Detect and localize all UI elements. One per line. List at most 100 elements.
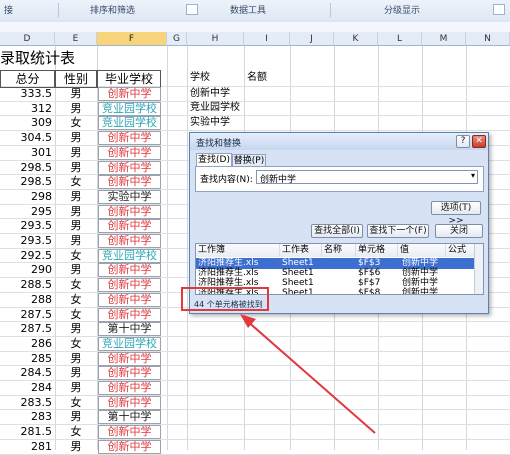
gender-cell[interactable]: 男 (55, 321, 97, 337)
gender-cell[interactable]: 女 (55, 336, 97, 352)
column-header-i[interactable]: I (244, 32, 290, 46)
column-header-e[interactable]: E (55, 32, 97, 46)
gender-cell[interactable]: 男 (55, 160, 97, 176)
school-cell[interactable]: 创新中学 (98, 263, 161, 278)
school-cell[interactable]: 创新中学 (98, 307, 161, 322)
school-cell[interactable]: 创新中学 (98, 439, 161, 454)
column-header-k[interactable]: K (334, 32, 378, 46)
side-school-3[interactable]: 实验中学 (190, 115, 230, 131)
score-cell[interactable]: 288.5 (0, 277, 53, 293)
gender-cell[interactable]: 男 (55, 262, 97, 278)
school-cell[interactable]: 创新中学 (98, 145, 161, 160)
gender-cell[interactable]: 男 (55, 233, 97, 249)
school-cell[interactable]: 创新中学 (98, 366, 161, 381)
score-cell[interactable]: 293.5 (0, 233, 53, 249)
school-cell[interactable]: 实验中学 (98, 189, 161, 204)
gender-cell[interactable]: 男 (55, 101, 97, 117)
score-cell[interactable]: 285 (0, 351, 52, 367)
school-cell[interactable]: 第十中学 (98, 410, 161, 425)
school-cell[interactable]: 创新中学 (98, 395, 161, 410)
outline-expand-icon[interactable] (493, 4, 505, 15)
ribbon-group-outline[interactable]: 分级显示 (384, 3, 420, 16)
gender-cell[interactable]: 女 (55, 174, 97, 190)
score-cell[interactable]: 292.5 (0, 248, 53, 264)
gender-cell[interactable]: 男 (55, 380, 97, 396)
school-cell[interactable]: 创新中学 (98, 204, 161, 219)
gender-cell[interactable]: 男 (55, 189, 97, 205)
school-cell[interactable]: 竞业园学校 (98, 101, 161, 116)
ribbon-group-data-tools[interactable]: 数据工具 (230, 3, 266, 16)
chevron-down-icon[interactable]: ▾ (471, 171, 475, 180)
school-cell[interactable]: 创新中学 (98, 292, 161, 307)
gender-cell[interactable]: 男 (55, 365, 97, 381)
score-cell[interactable]: 290 (0, 262, 52, 278)
gender-cell[interactable]: 男 (55, 351, 97, 367)
school-cell[interactable]: 创新中学 (98, 425, 161, 440)
column-header-g[interactable]: G (167, 32, 187, 46)
find-what-input[interactable]: 创新中学 ▾ (256, 170, 478, 185)
school-cell[interactable]: 竞业园学校 (98, 116, 161, 131)
tab-find[interactable]: 查找(D) (196, 153, 232, 166)
ribbon-group-sort-filter[interactable]: 排序和筛选 (90, 3, 135, 16)
sort-filter-expand-icon[interactable] (186, 4, 198, 15)
column-header-n[interactable]: N (466, 32, 510, 46)
school-cell[interactable]: 创新中学 (98, 175, 161, 190)
find-all-button[interactable]: 查找全部(I) (311, 224, 363, 238)
school-cell[interactable]: 竞业园学校 (98, 248, 161, 263)
options-button[interactable]: 选项(T) >> (431, 201, 481, 226)
score-cell[interactable]: 295 (0, 204, 52, 220)
school-cell[interactable]: 创新中学 (98, 160, 161, 175)
column-header-m[interactable]: M (422, 32, 466, 46)
gender-cell[interactable]: 女 (55, 292, 97, 308)
score-cell[interactable]: 309 (0, 115, 52, 131)
school-cell[interactable]: 竞业园学校 (98, 336, 161, 351)
gender-cell[interactable]: 男 (55, 145, 97, 161)
gender-cell[interactable]: 男 (55, 204, 97, 220)
score-cell[interactable]: 298.5 (0, 174, 53, 190)
score-cell[interactable]: 298 (0, 189, 52, 205)
school-cell[interactable]: 创新中学 (98, 351, 161, 366)
gender-cell[interactable]: 女 (55, 424, 97, 440)
school-cell[interactable]: 创新中学 (98, 278, 161, 293)
gender-cell[interactable]: 女 (55, 395, 97, 411)
score-cell[interactable]: 288 (0, 292, 52, 308)
school-cell[interactable]: 创新中学 (98, 234, 161, 248)
column-header-j[interactable]: J (290, 32, 334, 46)
school-cell[interactable]: 创新中学 (98, 219, 161, 234)
gender-cell[interactable]: 男 (55, 218, 97, 234)
column-header-h[interactable]: H (187, 32, 244, 46)
score-cell[interactable]: 286 (0, 336, 52, 352)
tab-replace[interactable]: 替换(P) (232, 154, 266, 166)
list-header-workbook[interactable]: 工作簿 (196, 244, 280, 257)
close-button[interactable]: 关闭 (435, 224, 483, 238)
score-cell[interactable]: 283.5 (0, 395, 53, 411)
score-cell[interactable]: 287.5 (0, 321, 53, 337)
score-cell[interactable]: 284.5 (0, 365, 53, 381)
school-cell[interactable]: 第十中学 (98, 322, 161, 337)
gender-cell[interactable]: 男 (55, 409, 97, 425)
list-header-cell[interactable]: 单元格 (356, 244, 398, 257)
score-cell[interactable]: 293.5 (0, 218, 53, 234)
gender-cell[interactable]: 女 (55, 248, 97, 264)
gender-cell[interactable]: 女 (55, 115, 97, 131)
gender-cell[interactable]: 男 (55, 130, 97, 146)
list-header-formula[interactable]: 公式 (446, 244, 476, 257)
column-header-l[interactable]: L (378, 32, 422, 46)
score-cell[interactable]: 312 (0, 101, 52, 117)
school-cell[interactable]: 创新中学 (98, 87, 161, 101)
gender-cell[interactable]: 女 (55, 277, 97, 293)
school-cell[interactable]: 创新中学 (98, 381, 161, 395)
score-cell[interactable]: 284 (0, 380, 52, 396)
results-scrollbar[interactable] (474, 244, 483, 294)
side-header-school[interactable]: 学校 (190, 70, 210, 86)
side-header-quota[interactable]: 名额 (247, 70, 267, 86)
gender-cell[interactable]: 男 (55, 439, 97, 455)
list-header-sheet[interactable]: 工作表 (280, 244, 322, 257)
score-cell[interactable]: 281.5 (0, 424, 53, 440)
find-next-button[interactable]: 查找下一个(F) (367, 224, 429, 238)
score-cell[interactable]: 283 (0, 409, 52, 425)
dialog-titlebar[interactable]: 查找和替换 ? ✕ (190, 133, 488, 150)
score-cell[interactable]: 304.5 (0, 130, 53, 146)
column-header-d[interactable]: D (0, 32, 55, 46)
school-cell[interactable]: 创新中学 (98, 131, 161, 146)
